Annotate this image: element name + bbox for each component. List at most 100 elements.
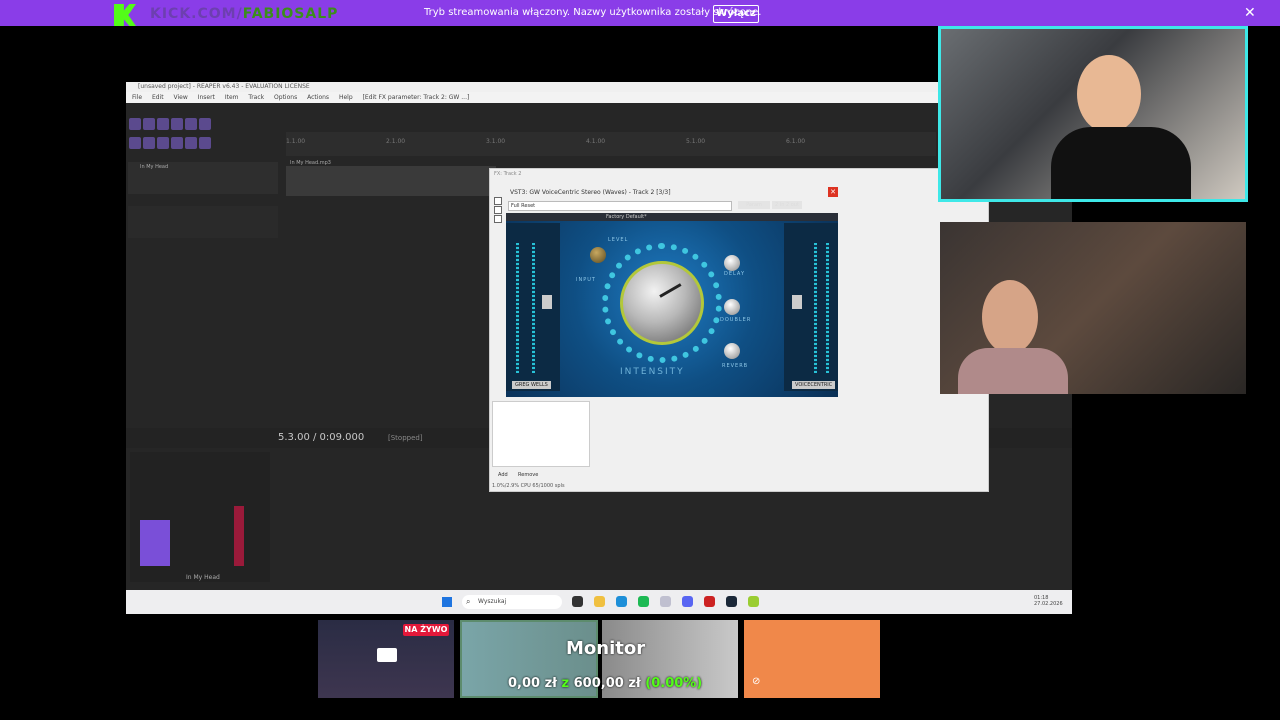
metronome-icon[interactable]	[157, 137, 169, 149]
goal-percent: (0.00%)	[645, 676, 703, 691]
io-routing-button[interactable]: 2 in 2 out	[772, 201, 802, 209]
menu-insert[interactable]: Insert	[198, 94, 215, 101]
remove-fx-button[interactable]: Remove	[518, 472, 538, 478]
intensity-label: INTENSITY	[620, 367, 685, 377]
menu-actions[interactable]: Actions	[307, 94, 329, 101]
menu-item[interactable]: Item	[225, 94, 239, 101]
new-project-icon[interactable]	[129, 118, 141, 130]
task-view-icon[interactable]	[572, 596, 583, 607]
master-meter	[140, 520, 170, 566]
waves-preset-name[interactable]: Factory Default*	[606, 214, 647, 220]
cpu-usage: 1.0%/2.9% CPU 65/1000 spls	[492, 483, 565, 489]
timeline-ruler[interactable]: 1.1.00 2.1.00 3.1.00 4.1.00 5.1.00 6.1.0…	[286, 132, 936, 156]
input-meter	[506, 223, 560, 391]
waves-toolbar: Factory Default*	[506, 213, 838, 221]
meter-led-column	[826, 243, 829, 373]
ruler-tick: 1.1.00	[286, 138, 306, 145]
windows-start-icon[interactable]	[442, 597, 452, 607]
open-project-icon[interactable]	[143, 118, 155, 130]
steam-icon[interactable]	[726, 596, 737, 607]
delay-knob[interactable]	[724, 255, 740, 271]
level-label: LEVEL	[608, 237, 629, 243]
file-explorer-icon[interactable]	[594, 596, 605, 607]
track-control-panel[interactable]	[128, 206, 278, 238]
discord-icon[interactable]	[682, 596, 693, 607]
screen-share-icon	[377, 648, 397, 662]
delay-label: DELAY	[724, 271, 745, 277]
ruler-tick: 3.1.00	[486, 138, 506, 145]
voicecentric-plugin: Factory Default* LEVEL INPUT DELAY DOUBL…	[506, 213, 838, 397]
grid-icon[interactable]	[129, 137, 141, 149]
input-fader[interactable]	[542, 295, 552, 309]
clock[interactable]: 01:18 27.02.2026	[1034, 595, 1063, 607]
undo-icon[interactable]	[171, 118, 183, 130]
search-placeholder: Wyszukaj	[478, 598, 507, 605]
redo-icon[interactable]	[185, 118, 197, 130]
preset-select[interactable]: Full Reset	[508, 201, 732, 211]
track-control-panel[interactable]: In My Head	[128, 162, 278, 194]
guest-body	[958, 348, 1068, 394]
menu-file[interactable]: File	[132, 94, 142, 101]
doubler-knob[interactable]	[724, 299, 740, 315]
menu-track[interactable]: Track	[248, 94, 264, 101]
meter-led-column	[814, 243, 817, 373]
menu-edit[interactable]: Edit	[152, 94, 164, 101]
output-meter	[784, 223, 838, 391]
ruler-tick: 6.1.00	[786, 138, 806, 145]
edge-icon[interactable]	[616, 596, 627, 607]
live-badge: NA ŻYWO	[403, 624, 449, 636]
spotify-icon[interactable]	[638, 596, 649, 607]
ripple-icon[interactable]	[171, 137, 183, 149]
fx-enable-checkbox[interactable]	[494, 206, 502, 214]
snap-icon[interactable]	[143, 137, 155, 149]
meter-led-column	[516, 243, 519, 373]
close-icon[interactable]: ✕	[828, 187, 838, 197]
mixer-track-name: In My Head	[186, 574, 220, 581]
fx-chain-window: FX: Track 2 VST3: GW VoiceCentric Stereo…	[489, 168, 989, 492]
guest-webcam	[940, 222, 1246, 394]
fx-enable-checkbox[interactable]	[494, 215, 502, 223]
save-project-icon[interactable]	[157, 118, 169, 130]
track-meter	[234, 506, 244, 566]
app-icon[interactable]	[660, 596, 671, 607]
reaper-icon[interactable]	[748, 596, 759, 607]
goal-progress: 0,00 zł z 600,00 zł (0.00%)	[508, 676, 702, 691]
add-fx-button[interactable]: Add	[498, 472, 508, 478]
fx-enable-list	[494, 197, 502, 223]
reverb-knob[interactable]	[724, 343, 740, 359]
plugin-title: VST3: GW VoiceCentric Stereo (Waves) - T…	[510, 189, 671, 196]
channel-name: FABIOSALP	[242, 6, 339, 22]
menu-view[interactable]: View	[174, 94, 188, 101]
stream-tile[interactable]	[744, 620, 880, 698]
app-icon[interactable]	[704, 596, 715, 607]
track-name[interactable]: In My Head	[140, 164, 168, 170]
menu-help[interactable]: Help	[339, 94, 353, 101]
goal-separator: z	[561, 676, 570, 691]
toolbar	[128, 116, 228, 149]
play-state: [Stopped]	[388, 434, 423, 442]
channel-prefix: KICK.COM/	[150, 6, 243, 22]
reverb-label: REVERB	[722, 363, 749, 369]
fx-enable-checkbox[interactable]	[494, 197, 502, 205]
close-icon[interactable]: ✕	[1244, 5, 1256, 21]
intensity-knob[interactable]	[620, 261, 704, 345]
envelope-icon[interactable]	[185, 137, 197, 149]
level-knob[interactable]	[590, 247, 606, 263]
webcam-overlay	[938, 26, 1248, 202]
output-fader[interactable]	[792, 295, 802, 309]
goal-current: 0,00 zł	[508, 676, 557, 691]
param-button[interactable]: Param	[738, 201, 770, 209]
mic-off-icon: ⊘	[752, 676, 761, 687]
guest-face	[982, 280, 1038, 354]
menu-options[interactable]: Options	[274, 94, 297, 101]
time-display: 5.3.00 / 0:09.000	[278, 432, 365, 443]
settings-icon[interactable]	[199, 118, 211, 130]
fx-chain-list[interactable]	[492, 401, 590, 467]
media-item-name: In My Head.mp3	[290, 160, 331, 166]
media-item[interactable]: In My Head.mp3	[286, 160, 496, 196]
taskbar-search-input[interactable]: ⌕ Wyszukaj	[462, 595, 562, 609]
brand-logo: GREG WELLS	[512, 381, 551, 389]
disable-streamer-mode-button[interactable]: Wyłącz	[713, 5, 759, 23]
search-icon: ⌕	[466, 597, 471, 606]
lock-icon[interactable]	[199, 137, 211, 149]
